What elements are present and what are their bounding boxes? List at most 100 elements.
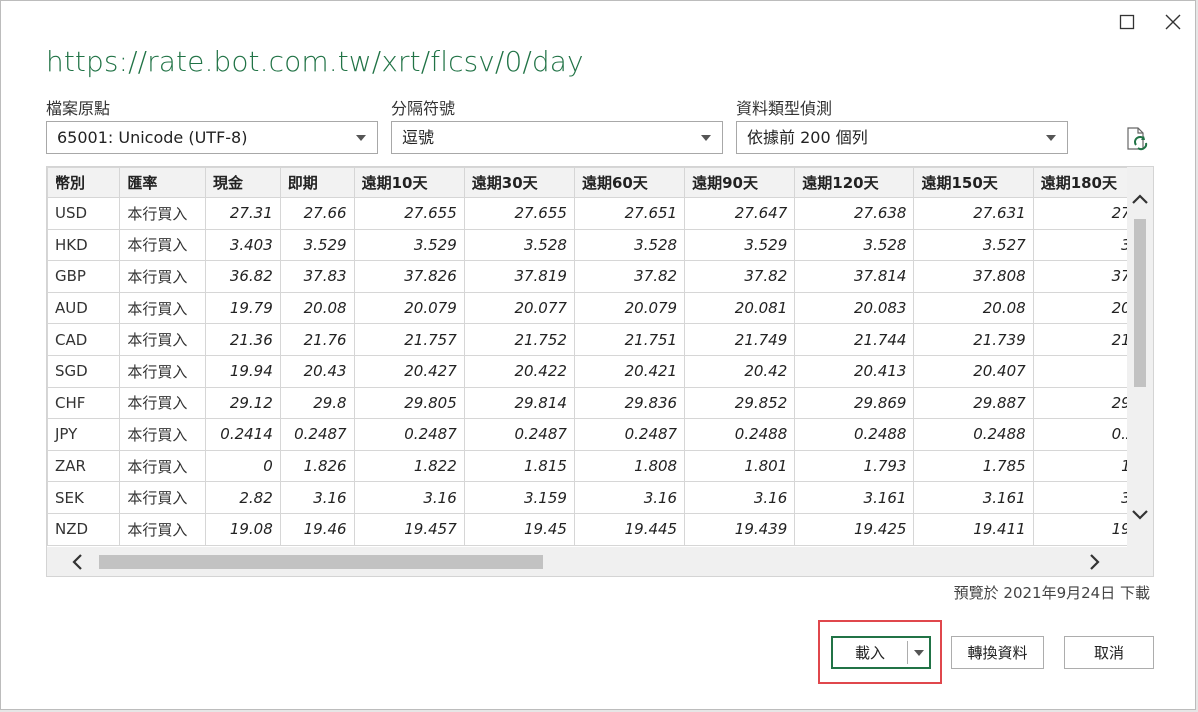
- rate-value-cell: 19.79: [205, 291, 281, 325]
- vertical-scrollbar[interactable]: [1127, 167, 1153, 547]
- scroll-right-icon[interactable]: [1089, 553, 1101, 571]
- rate-type-cell: 本行買入: [119, 323, 206, 356]
- chevron-down-icon: [356, 135, 366, 141]
- rate-value-cell: 21.76: [279, 323, 355, 356]
- column-header[interactable]: 即期: [279, 167, 355, 198]
- rate-value-cell: 0.2487: [353, 418, 465, 451]
- currency-cell: ZAR: [47, 449, 121, 483]
- rate-value-cell: 1.826: [279, 449, 355, 483]
- delimiter-dropdown[interactable]: 逗號: [391, 121, 723, 154]
- rate-value-cell: 3.16: [573, 481, 686, 514]
- rate-type-cell: 本行買入: [119, 260, 206, 293]
- rate-value-cell: 3.527: [913, 228, 1034, 262]
- preview-table: 幣別 匯率 現金 即期 遠期10天 遠期30天 遠期60天 遠期90天 遠期12…: [47, 167, 1153, 546]
- cancel-button[interactable]: 取消: [1064, 636, 1154, 669]
- currency-cell: SEK: [47, 481, 121, 514]
- rate-value-cell: 20.081: [684, 291, 796, 325]
- column-header[interactable]: 遠期90天: [684, 167, 796, 198]
- rate-value-cell: 27.631: [913, 197, 1034, 230]
- maximize-button[interactable]: [1112, 7, 1142, 37]
- column-header[interactable]: 遠期10天: [353, 167, 465, 198]
- rate-value-cell: 27.31: [205, 197, 281, 230]
- chevron-down-icon: [701, 135, 711, 141]
- table-row: CAD 本行買入 21.36 21.76 21.757 21.752 21.751 21.74…: [47, 323, 1153, 356]
- rate-value-cell: 27.638: [794, 197, 915, 230]
- rate-value-cell: 20.43: [279, 354, 355, 388]
- file-origin-dropdown[interactable]: 65001: Unicode (UTF-8): [46, 121, 378, 154]
- table-row: NZD 本行買入 19.08 19.46 19.457 19.45 19.445 19.439…: [47, 512, 1153, 546]
- rate-value-cell: 36.82: [205, 260, 281, 293]
- rate-value-cell: 27.647: [684, 197, 796, 230]
- rate-value-cell: 2.82: [205, 481, 281, 514]
- rate-value-cell: 19.46: [279, 512, 355, 546]
- scroll-up-icon[interactable]: [1131, 193, 1149, 205]
- rate-value-cell: 37.82: [573, 260, 686, 293]
- type-detection-value: 依據前 200 個列: [747, 128, 868, 147]
- refresh-file-icon: [1127, 127, 1148, 151]
- rate-value-cell: 3.529: [684, 228, 796, 262]
- rate-value-cell: 1.822: [353, 449, 465, 483]
- rate-value-cell: 29.814: [463, 386, 575, 420]
- source-url: https://rate.bot.com.tw/xrt/flcsv/0/day: [46, 45, 584, 78]
- rate-value-cell: 0.2488: [913, 418, 1034, 451]
- currency-cell: CAD: [47, 323, 121, 356]
- table-row: JPY 本行買入 0.2414 0.2487 0.2487 0.2487 0.2487 0.2…: [47, 418, 1153, 451]
- table-row: GBP 本行買入 36.82 37.83 37.826 37.819 37.82 37.82 3…: [47, 260, 1153, 293]
- rate-value-cell: 37.83: [279, 260, 355, 293]
- currency-cell: JPY: [47, 418, 121, 451]
- rate-value-cell: 1.801: [684, 449, 796, 483]
- rate-type-cell: 本行買入: [119, 197, 206, 230]
- rate-value-cell: 27.655: [463, 197, 575, 230]
- rate-value-cell: 3.16: [353, 481, 465, 514]
- rate-value-cell: 19.439: [684, 512, 796, 546]
- rate-value-cell: 20.42: [684, 354, 796, 388]
- scroll-left-icon[interactable]: [71, 553, 83, 571]
- rate-value-cell: 29.836: [573, 386, 686, 420]
- column-header[interactable]: 匯率: [119, 167, 206, 198]
- rate-value-cell: 20.407: [913, 354, 1034, 388]
- close-button[interactable]: [1158, 7, 1188, 37]
- table-row: CHF 本行買入 29.12 29.8 29.805 29.814 29.836 29.852…: [47, 386, 1153, 420]
- rate-value-cell: 0.2487: [279, 418, 355, 451]
- rate-value-cell: 21.744: [794, 323, 915, 356]
- column-header[interactable]: 幣別: [47, 167, 121, 198]
- rate-value-cell: 3.528: [573, 228, 686, 262]
- rate-value-cell: 0.2414: [205, 418, 281, 451]
- type-detection-dropdown[interactable]: 依據前 200 個列: [736, 121, 1068, 154]
- table-row: SGD 本行買入 19.94 20.43 20.427 20.422 20.421 20.42…: [47, 354, 1153, 388]
- rate-value-cell: 21.752: [463, 323, 575, 356]
- column-header[interactable]: 遠期150天: [913, 167, 1034, 198]
- scroll-down-icon[interactable]: [1131, 509, 1149, 521]
- transform-data-button[interactable]: 轉換資料: [951, 636, 1044, 669]
- rate-type-cell: 本行買入: [119, 418, 206, 451]
- rate-value-cell: 0.2487: [463, 418, 575, 451]
- rate-value-cell: 3.528: [463, 228, 575, 262]
- rate-value-cell: 27.66: [279, 197, 355, 230]
- column-header[interactable]: 遠期60天: [573, 167, 686, 198]
- column-header[interactable]: 現金: [205, 167, 281, 198]
- rate-value-cell: 29.887: [913, 386, 1034, 420]
- vertical-scroll-thumb[interactable]: [1134, 219, 1146, 387]
- highlight-box: [818, 620, 942, 684]
- column-header[interactable]: 遠期30天: [463, 167, 575, 198]
- close-icon: [1165, 14, 1181, 30]
- rate-value-cell: 20.08: [913, 291, 1034, 325]
- currency-cell: SGD: [47, 354, 121, 388]
- refresh-button[interactable]: [1123, 125, 1151, 153]
- file-origin-value: 65001: Unicode (UTF-8): [57, 128, 248, 147]
- rate-value-cell: 3.529: [353, 228, 465, 262]
- horizontal-scroll-thumb[interactable]: [99, 555, 543, 569]
- column-header[interactable]: 遠期120天: [794, 167, 915, 198]
- horizontal-scrollbar[interactable]: [47, 547, 1153, 576]
- rate-value-cell: 20.083: [794, 291, 915, 325]
- rate-value-cell: 21.757: [353, 323, 465, 356]
- rate-value-cell: 19.45: [463, 512, 575, 546]
- rate-value-cell: 27.651: [573, 197, 686, 230]
- rate-value-cell: 21.36: [205, 323, 281, 356]
- rate-type-cell: 本行買入: [119, 481, 206, 514]
- currency-cell: USD: [47, 197, 121, 230]
- rate-value-cell: 21.749: [684, 323, 796, 356]
- rate-value-cell: 29.805: [353, 386, 465, 420]
- preview-download-note: 預覽於 2021年9月24日 下載: [953, 584, 1150, 602]
- rate-value-cell: 27.655: [353, 197, 465, 230]
